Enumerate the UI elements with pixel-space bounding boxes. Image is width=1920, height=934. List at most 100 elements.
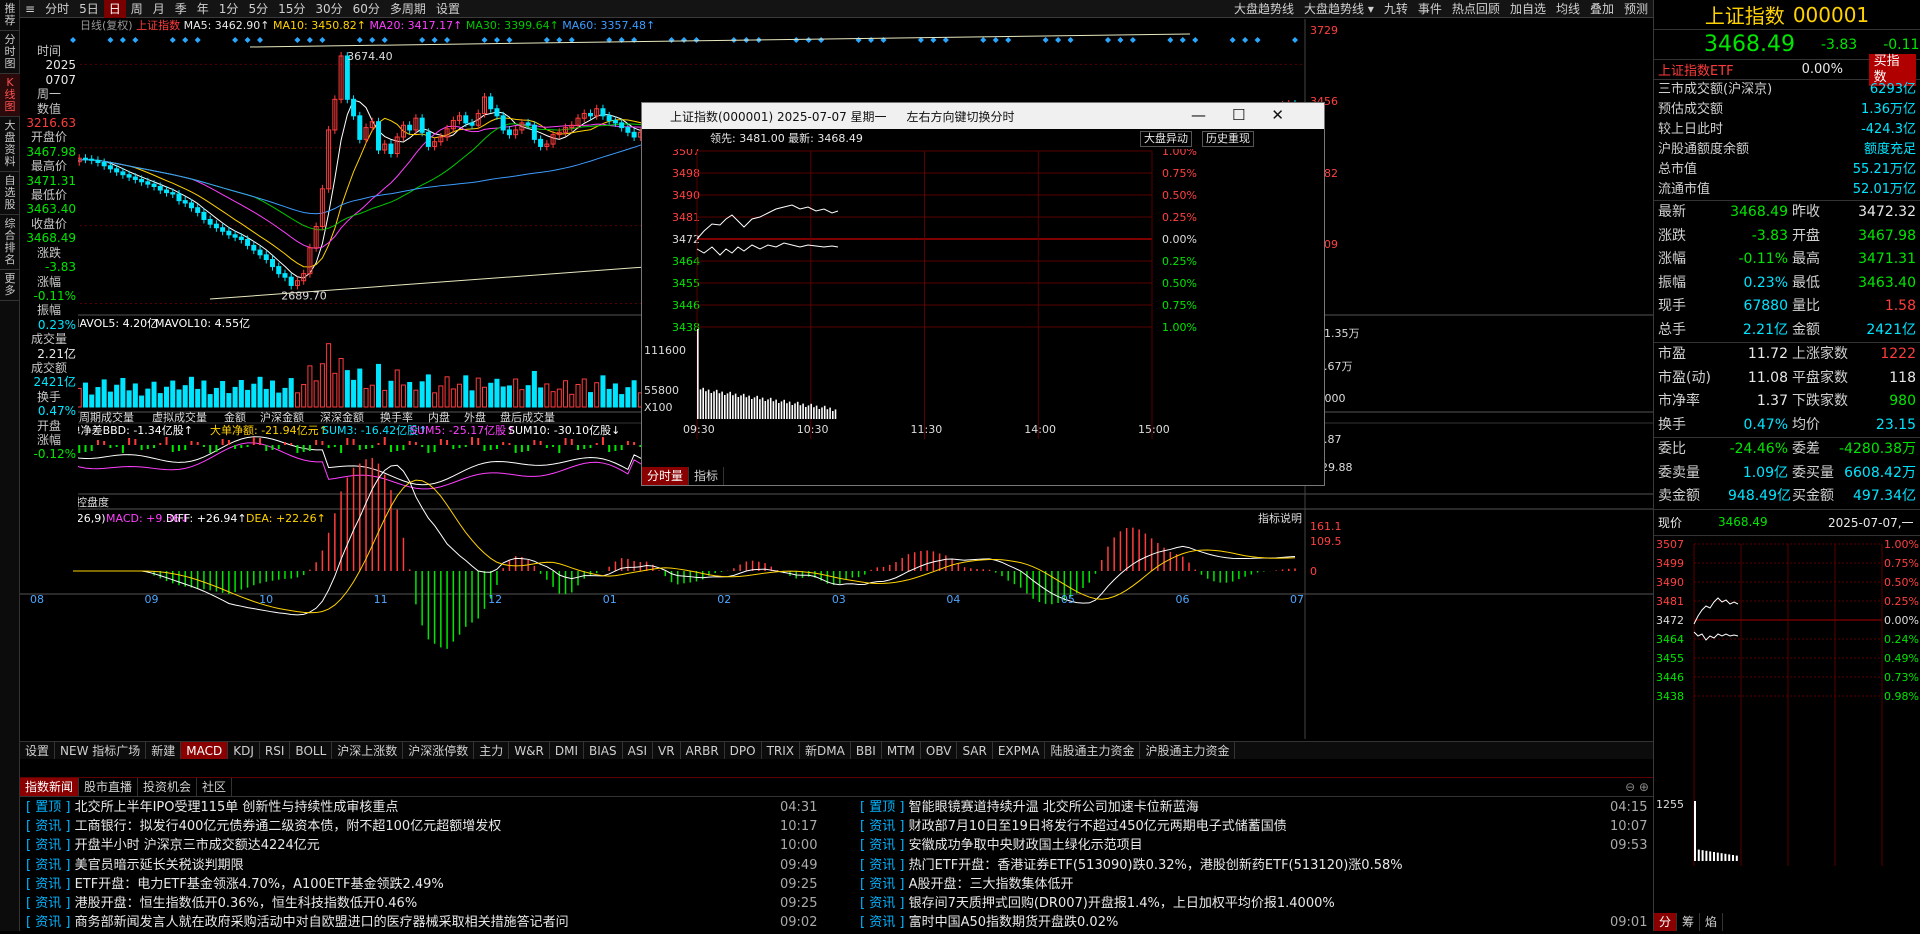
indicator-tab-3[interactable]: MACD [181, 742, 229, 759]
tab-volume[interactable]: 分时量 [642, 467, 690, 485]
indicator-tab-4[interactable]: KDJ [228, 742, 260, 759]
bbd-subtab-1[interactable]: 控盘度 [76, 495, 109, 509]
mini-intraday-chart[interactable]: 3507 1.00% 3499 0.75% 3490 0.50% 3481 0.25% 3472… [1654, 536, 1920, 873]
toolbar-tool-0[interactable]: 大盘趋势线 [1229, 0, 1299, 18]
indicator-tab-20[interactable]: MTM [882, 742, 921, 759]
indicator-tab-15[interactable]: ARBR [681, 742, 725, 759]
news-item[interactable]: [ 置顶 ] 北交所上半年IPO受理115单 创新性与持续性成审核重点 04:31 [26, 797, 820, 818]
volume-subtab-4[interactable]: 深深金额 [320, 410, 364, 424]
toolbar-tool-8[interactable]: 预测 [1619, 0, 1653, 18]
indicator-tab-23[interactable]: EXPMA [993, 742, 1046, 759]
toolbar-period-12[interactable]: 多周期 [385, 0, 431, 18]
toolbar-period-5[interactable]: 季 [170, 0, 192, 18]
volume-subtab-3[interactable]: 沪深金额 [260, 410, 304, 424]
volume-subtab-7[interactable]: 外盘 [464, 410, 486, 424]
toolbar-period-8[interactable]: 5分 [243, 0, 273, 18]
news-item[interactable]: [ 资讯 ] 工商银行：拟发行400亿元债券通二级资本债，附不超100亿元超额增… [26, 816, 820, 837]
indicator-tab-18[interactable]: 新DMA [800, 742, 851, 759]
indicator-tab-6[interactable]: BOLL [290, 742, 333, 759]
news-item[interactable]: [ 置顶 ] 智能眼镜赛道持续升温 北交所公司加速卡位新蓝海 04:15 [860, 797, 1650, 818]
news-scroll-icons[interactable]: ⊖ ⊕ [1625, 780, 1649, 794]
indicator-tab-25[interactable]: 沪股通主力资金 [1140, 742, 1236, 759]
indicator-tab-5[interactable]: RSI [260, 742, 291, 759]
volume-subtab-1[interactable]: 虚拟成交量 [152, 410, 207, 424]
news-tab-2[interactable]: 投资机会 [138, 778, 198, 796]
left-tab-6[interactable]: 更多 [0, 270, 20, 301]
toolbar-period-1[interactable]: 5日 [74, 0, 104, 18]
maximize-icon[interactable]: ☐ [1232, 106, 1271, 124]
toolbar-period-11[interactable]: 60分 [348, 0, 385, 18]
indicator-tab-8[interactable]: 沪深涨停数 [403, 742, 475, 759]
news-item[interactable]: [ 资讯 ] 富时中国A50指数期货开盘跌0.02% 09:01 [860, 912, 1650, 933]
market-move-button[interactable]: 大盘异动 [1140, 131, 1192, 147]
volume-subtab-6[interactable]: 内盘 [428, 410, 450, 424]
indicator-tab-10[interactable]: W&R [509, 742, 550, 759]
popup-titlebar[interactable]: 上证指数(000001) 2025-07-07 星期一 左右方向键切换分时 —☐… [642, 103, 1324, 129]
history-replay-button[interactable]: 历史重现 [1202, 131, 1254, 147]
popup-chart[interactable]: 3507 1.00% 3498 0.75% 3490 0.50% 3481 0.25% 3472… [642, 145, 1324, 463]
toolbar-tool-4[interactable]: 热点回顾 [1447, 0, 1505, 18]
toolbar-period-0[interactable]: 分时 [40, 0, 74, 18]
toolbar-period-3[interactable]: 周 [126, 0, 148, 18]
toolbar-period-7[interactable]: 1分 [214, 0, 244, 18]
left-tab-0[interactable]: 推荐 [0, 0, 20, 31]
news-tab-1[interactable]: 股市直播 [79, 778, 139, 796]
indicator-tab-14[interactable]: VR [653, 742, 681, 759]
volume-subtab-8[interactable]: 盘后成交量 [500, 410, 555, 424]
macd-help-button[interactable]: 指标说明 [1258, 511, 1302, 525]
toolbar-period-6[interactable]: 年 [192, 0, 214, 18]
toolbar-tool-2[interactable]: 九转 [1379, 0, 1413, 18]
toolbar-tool-6[interactable]: 均线 [1551, 0, 1585, 18]
news-item[interactable]: [ 资讯 ] 开盘半小时 沪深京三市成交额达4224亿元 10:00 [26, 835, 820, 856]
toolbar-menu-icon[interactable]: ≡ [20, 0, 40, 18]
toolbar-period-10[interactable]: 30分 [310, 0, 347, 18]
mini-tab-2[interactable]: 焰 [1700, 913, 1724, 931]
etf-name[interactable]: 上证指数ETF [1658, 60, 1802, 79]
indicator-tab-7[interactable]: 沪深上涨数 [332, 742, 404, 759]
toolbar-period-9[interactable]: 15分 [273, 0, 310, 18]
left-tab-2[interactable]: K线图 [0, 74, 20, 117]
news-item[interactable]: [ 资讯 ] 美官员暗示延长关税谈判期限 09:49 [26, 855, 820, 876]
toolbar-tool-3[interactable]: 事件 [1413, 0, 1447, 18]
indicator-tab-21[interactable]: OBV [921, 742, 958, 759]
news-item[interactable]: [ 资讯 ] 财政部7月10日至19日将发行不超过450亿元两期电子式储蓄国债 1… [860, 816, 1650, 837]
toolbar-tool-5[interactable]: 加自选 [1505, 0, 1551, 18]
toolbar-period-2[interactable]: 日 [103, 0, 126, 18]
mini-tab-0[interactable]: 分 [1654, 913, 1678, 931]
news-item[interactable]: [ 资讯 ] 银存间7天质押式回购(DR007)开盘报1.4%，上日加权平均价报… [860, 893, 1650, 914]
indicator-tab-19[interactable]: BBI [851, 742, 882, 759]
etf-row[interactable]: 上证指数ETF 0.00% 买指数 [1654, 53, 1920, 86]
left-tab-5[interactable]: 综合排名 [0, 215, 20, 270]
news-item[interactable]: [ 资讯 ] 热门ETF开盘：香港证券ETF(513090)跌0.32%，港股创… [860, 855, 1650, 876]
toolbar-tool-7[interactable]: 叠加 [1585, 0, 1619, 18]
toolbar-tool-1[interactable]: 大盘趋势线 ▾ [1299, 0, 1379, 18]
intraday-popup-window[interactable]: 上证指数(000001) 2025-07-07 星期一 左右方向键切换分时 —☐… [641, 102, 1325, 486]
indicator-tab-9[interactable]: 主力 [474, 742, 510, 759]
indicator-tab-12[interactable]: BIAS [584, 742, 623, 759]
indicator-tab-0[interactable]: 设置 [20, 742, 56, 759]
news-item[interactable]: [ 资讯 ] A股开盘：三大指数集体低开 [860, 874, 1650, 895]
minimize-icon[interactable]: — [1191, 106, 1232, 124]
volume-subtab-5[interactable]: 换手率 [380, 410, 413, 424]
indicator-tab-22[interactable]: SAR [957, 742, 993, 759]
indicator-tab-1[interactable]: NEW 指标广场 [55, 742, 147, 759]
news-item[interactable]: [ 资讯 ] 安徽成功争取中央财政国土绿化示范项目 09:53 [860, 835, 1650, 856]
close-icon[interactable]: ✕ [1271, 106, 1310, 124]
left-tab-4[interactable]: 自选股 [0, 172, 20, 215]
news-item[interactable]: [ 资讯 ] 港股开盘：恒生指数低开0.36%，恒生科技指数低开0.46% 09:… [26, 893, 820, 914]
news-item[interactable]: [ 资讯 ] 商务部新闻发言人就在政府采购活动中对自欧盟进口的医疗器械采取相关措… [26, 912, 820, 933]
news-tab-0[interactable]: 指数新闻 [20, 778, 80, 796]
toolbar-period-13[interactable]: 设置 [431, 0, 465, 18]
news-item[interactable]: [ 资讯 ] ETF开盘：电力ETF基金领涨4.70%，A100ETF基金领跌2… [26, 874, 820, 895]
indicator-tab-17[interactable]: TRIX [762, 742, 801, 759]
indicator-tab-24[interactable]: 陆股通主力资金 [1045, 742, 1141, 759]
indicator-tab-11[interactable]: DMI [550, 742, 585, 759]
tab-indicator[interactable]: 指标 [689, 467, 725, 485]
indicator-tab-16[interactable]: DPO [725, 742, 762, 759]
indicator-tab-13[interactable]: ASI [623, 742, 653, 759]
mini-tab-1[interactable]: 筹 [1677, 913, 1701, 931]
left-tab-3[interactable]: 大盘资料 [0, 117, 20, 172]
news-tab-3[interactable]: 社区 [197, 778, 233, 796]
indicator-tab-2[interactable]: 新建 [146, 742, 182, 759]
left-tab-1[interactable]: 分时图 [0, 31, 20, 74]
